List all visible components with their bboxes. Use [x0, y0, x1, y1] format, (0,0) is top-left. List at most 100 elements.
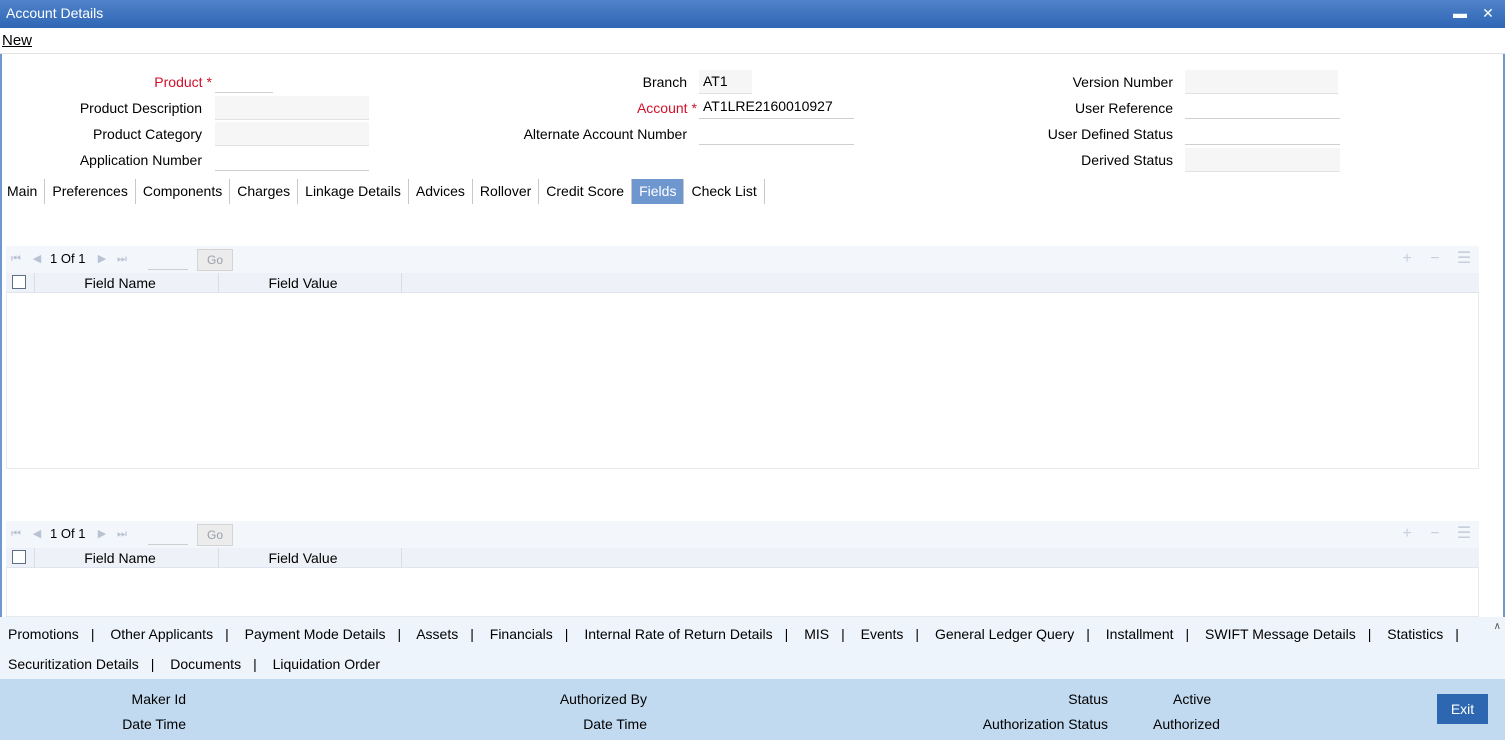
previous-page-icon[interactable]: ◀ — [31, 253, 43, 265]
grid-2-page-info: 1 Of 1 — [50, 526, 86, 541]
close-icon[interactable]: ✕ — [1479, 4, 1497, 22]
link-swift-message-details[interactable]: SWIFT Message Details — [1205, 626, 1356, 642]
grid-2-navbar: ⏮ ◀ 1 Of 1 ▶ ⏭ Go + − ☰ — [6, 521, 1479, 548]
last-page-icon[interactable]: ⏭ — [116, 253, 128, 265]
tab-preferences[interactable]: Preferences — [45, 179, 136, 204]
link-general-ledger-query[interactable]: General Ledger Query — [935, 626, 1074, 642]
checker-date-time-label: Date Time — [583, 716, 647, 732]
user-reference-field[interactable] — [1185, 95, 1340, 119]
alternate-account-field[interactable] — [699, 121, 854, 145]
authorized-by-label: Authorized By — [559, 691, 647, 707]
scroll-up-icon[interactable]: ∧ — [1494, 621, 1501, 632]
user-defined-status-field[interactable] — [1185, 121, 1340, 145]
tab-components[interactable]: Components — [136, 179, 231, 204]
sub-screen-link-bar: ∧ Promotions | Other Applicants | Payment … — [0, 617, 1505, 679]
grid-2-page-input[interactable] — [148, 525, 188, 545]
column-divider — [218, 548, 219, 568]
list-view-icon[interactable]: ☰ — [1456, 251, 1472, 267]
field-name-column-header: Field Name — [84, 550, 156, 566]
list-view-icon[interactable]: ☰ — [1456, 526, 1472, 542]
column-divider — [218, 273, 219, 293]
link-mis[interactable]: MIS — [804, 626, 829, 642]
authorization-status-label: Authorization Status — [982, 716, 1108, 732]
link-assets[interactable]: Assets — [416, 626, 458, 642]
product-label: Product * — [154, 74, 212, 90]
tab-main[interactable]: Main — [0, 179, 46, 204]
user-reference-label: User Reference — [1074, 100, 1173, 116]
alternate-account-label: Alternate Account Number — [523, 126, 687, 142]
grid-2-body — [6, 568, 1479, 617]
new-link[interactable]: New — [2, 32, 32, 49]
status-label: Status — [1068, 691, 1108, 707]
next-page-icon[interactable]: ▶ — [96, 528, 108, 540]
column-divider — [34, 273, 35, 293]
grid-1-page-input[interactable] — [148, 250, 188, 270]
maker-id-label: Maker Id — [131, 691, 186, 707]
link-payment-mode-details[interactable]: Payment Mode Details — [245, 626, 386, 642]
application-number-label: Application Number — [79, 152, 202, 168]
column-divider — [34, 548, 35, 568]
fields-grid-2: ⏮ ◀ 1 Of 1 ▶ ⏭ Go + − ☰ Field Name Field… — [6, 521, 1479, 617]
add-row-icon[interactable]: + — [1399, 526, 1415, 542]
window-title: Account Details — [6, 5, 104, 21]
tab-bar: Main Preferences Components Charges Link… — [0, 179, 765, 204]
column-divider — [401, 273, 402, 293]
product-description-field — [215, 96, 369, 120]
next-page-icon[interactable]: ▶ — [96, 253, 108, 265]
first-page-icon[interactable]: ⏮ — [10, 253, 22, 265]
version-number-label: Version Number — [1072, 74, 1173, 90]
link-events[interactable]: Events — [861, 626, 904, 642]
version-number-field — [1185, 70, 1338, 94]
audit-footer: Maker Id Date Time Authorized By Date Ti… — [0, 679, 1505, 740]
link-statistics[interactable]: Statistics — [1387, 626, 1443, 642]
branch-field: AT1 — [699, 70, 752, 94]
link-financials[interactable]: Financials — [490, 626, 553, 642]
account-label: Account * — [636, 100, 697, 116]
tab-credit-score[interactable]: Credit Score — [539, 179, 633, 204]
tab-rollover[interactable]: Rollover — [473, 179, 540, 204]
delete-row-icon[interactable]: − — [1427, 526, 1443, 542]
previous-page-icon[interactable]: ◀ — [31, 528, 43, 540]
application-number-field[interactable] — [215, 147, 369, 171]
menu-bar: New — [0, 28, 1505, 54]
select-all-checkbox[interactable] — [12, 275, 26, 289]
link-liquidation-order[interactable]: Liquidation Order — [273, 656, 380, 672]
maker-date-time-label: Date Time — [122, 716, 186, 732]
field-value-column-header: Field Value — [268, 550, 338, 566]
tab-advices[interactable]: Advices — [409, 179, 473, 204]
column-divider — [401, 548, 402, 568]
link-securitization-details[interactable]: Securitization Details — [8, 656, 139, 672]
first-page-icon[interactable]: ⏮ — [10, 528, 22, 540]
delete-row-icon[interactable]: − — [1427, 251, 1443, 267]
account-field[interactable]: AT1LRE2160010927 — [699, 95, 854, 119]
grid-2-header: Field Name Field Value — [6, 548, 1479, 568]
link-promotions[interactable]: Promotions — [8, 626, 79, 642]
tab-fields[interactable]: Fields — [632, 179, 685, 204]
link-irr-details[interactable]: Internal Rate of Return Details — [584, 626, 772, 642]
user-defined-status-label: User Defined Status — [1047, 126, 1173, 142]
product-category-field — [215, 122, 369, 146]
link-installment[interactable]: Installment — [1106, 626, 1174, 642]
select-all-checkbox[interactable] — [12, 550, 26, 564]
tab-linkage-details[interactable]: Linkage Details — [298, 179, 409, 204]
field-name-column-header: Field Name — [84, 275, 156, 291]
authorization-status-value: Authorized — [1153, 716, 1220, 732]
branch-label: Branch — [642, 74, 687, 90]
product-category-label: Product Category — [93, 126, 202, 142]
grid-1-go-button[interactable]: Go — [197, 249, 233, 271]
exit-button[interactable]: Exit — [1437, 694, 1488, 724]
tab-charges[interactable]: Charges — [230, 179, 299, 204]
add-row-icon[interactable]: + — [1399, 251, 1415, 267]
product-description-label: Product Description — [79, 100, 202, 116]
tab-check-list[interactable]: Check List — [684, 179, 765, 204]
grid-1-body — [6, 293, 1479, 469]
last-page-icon[interactable]: ⏭ — [116, 528, 128, 540]
link-other-applicants[interactable]: Other Applicants — [110, 626, 213, 642]
link-row-2: Securitization Details | Documents | Liqui… — [8, 656, 381, 672]
field-value-column-header: Field Value — [268, 275, 338, 291]
minimize-icon[interactable]: ▬ — [1451, 4, 1469, 22]
link-documents[interactable]: Documents — [170, 656, 241, 672]
grid-2-go-button[interactable]: Go — [197, 524, 233, 546]
derived-status-label: Derived Status — [1081, 152, 1173, 168]
product-field[interactable] — [215, 69, 273, 93]
